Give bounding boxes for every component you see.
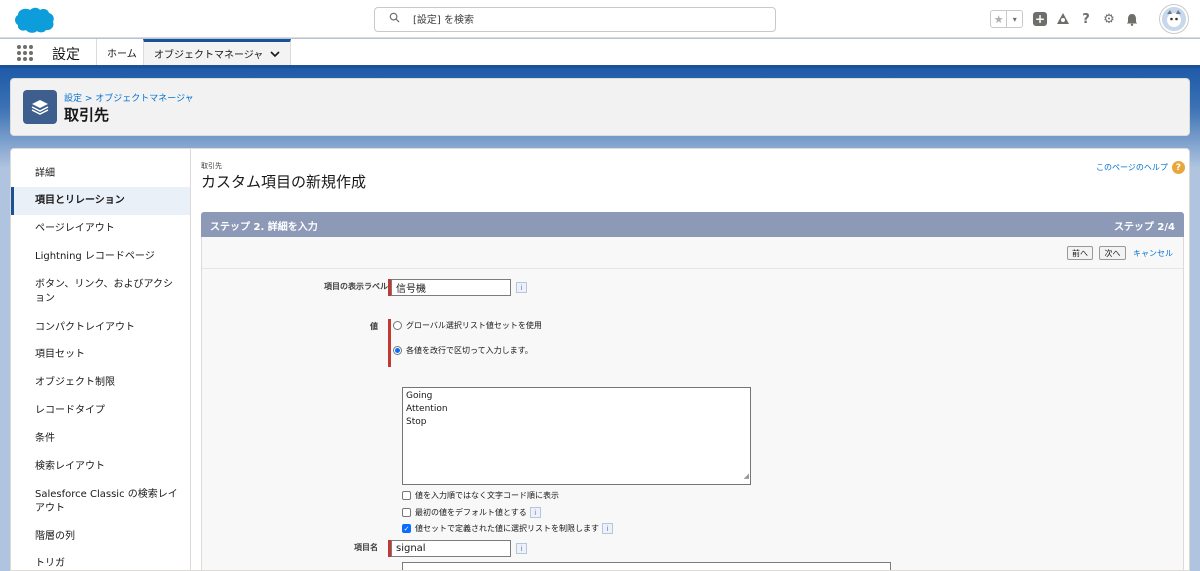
app-launcher-icon[interactable] xyxy=(17,45,33,61)
info-icon[interactable]: i xyxy=(602,523,613,534)
sidebar-item-classic-search-layouts[interactable]: Salesforce Classic の検索レイアウト xyxy=(11,487,181,517)
help-link-text[interactable]: このページのヘルプ xyxy=(1096,162,1168,173)
sidebar-item-hierarchy-columns[interactable]: 階層の列 xyxy=(11,530,190,544)
checkbox[interactable] xyxy=(402,508,411,517)
global-search-box[interactable] xyxy=(374,7,776,32)
sidebar-item-details[interactable]: 詳細 xyxy=(11,167,190,181)
chevron-down-icon[interactable] xyxy=(270,47,280,60)
resize-handle-icon[interactable]: ◢ xyxy=(744,470,749,483)
sidebar-item-triggers[interactable]: トリガ xyxy=(11,557,190,570)
notification-bell-icon[interactable] xyxy=(1125,12,1139,26)
sidebar-item-search-layouts[interactable]: 検索レイアウト xyxy=(11,460,190,474)
search-icon xyxy=(389,12,401,26)
sidebar-item-object-limits[interactable]: オブジェクト制限 xyxy=(11,376,190,390)
breadcrumb[interactable]: 設定 > オブジェクトマネージャ xyxy=(64,91,194,104)
favorites-group[interactable]: ★ ▾ xyxy=(990,10,1023,28)
step-bar: ステップ 2. 詳細を入力 ステップ 2/4 xyxy=(201,212,1184,237)
description-textarea[interactable] xyxy=(402,562,891,570)
help-icon[interactable]: ? xyxy=(1079,12,1093,27)
info-icon[interactable]: i xyxy=(516,282,527,293)
global-header: ★ ▾ + ? ⚙ xyxy=(0,0,1200,38)
radio-button-selected[interactable] xyxy=(393,346,402,355)
checkbox-checked[interactable]: ✓ xyxy=(402,524,411,533)
form-area: 前へ 次へ キャンセル 項目の表示ラベル i 値 グローバル選択リスト値セットを… xyxy=(201,237,1184,570)
required-indicator xyxy=(388,319,391,367)
main-panel: 詳細 項目とリレーション ページレイアウト Lightning レコードページ … xyxy=(10,148,1190,571)
sidebar-item-conditions[interactable]: 条件 xyxy=(11,432,190,446)
field-name-label: 項目名 xyxy=(354,543,378,552)
checkbox-label: 最初の値をデフォルト値とする xyxy=(415,508,527,517)
tab-object-manager-label: オブジェクトマネージャ xyxy=(154,50,264,61)
sidebar-item-buttons-links-actions[interactable]: ボタン、リンク、およびアクション xyxy=(11,277,181,307)
info-icon[interactable]: i xyxy=(516,543,527,554)
step-count: ステップ 2/4 xyxy=(1113,222,1175,233)
page-header: 設定 > オブジェクトマネージャ 取引先 xyxy=(10,78,1190,136)
object-layers-icon xyxy=(23,90,57,124)
favorites-star-icon[interactable]: ★ xyxy=(991,11,1008,27)
radio-enter-values[interactable]: 各値を改行で区切って入力します。 xyxy=(393,345,533,356)
user-avatar[interactable] xyxy=(1160,5,1188,33)
tab-object-manager[interactable]: オブジェクトマネージャ xyxy=(143,39,291,65)
trailhead-icon[interactable] xyxy=(1056,12,1070,26)
info-icon[interactable]: i xyxy=(529,507,541,518)
global-search-input[interactable] xyxy=(413,12,753,28)
sidebar-item-compact-layouts[interactable]: コンパクトレイアウト xyxy=(11,321,190,335)
sidebar-item-record-types[interactable]: レコードタイプ xyxy=(11,404,190,418)
checkbox-first-value-default[interactable]: 最初の値をデフォルト値とする i xyxy=(402,507,541,518)
page-title: 取引先 xyxy=(64,106,110,124)
field-label-label: 項目の表示ラベル xyxy=(324,282,388,291)
header-icons: ★ ▾ + ? ⚙ xyxy=(990,9,1148,29)
sidebar-item-lightning-record-pages[interactable]: Lightning レコードページ xyxy=(11,250,190,264)
values-label: 値 xyxy=(370,322,378,331)
tab-home-label: ホーム xyxy=(107,48,137,60)
previous-button[interactable]: 前へ xyxy=(1067,246,1093,260)
button-row: 前へ 次へ キャンセル xyxy=(202,237,1183,269)
app-name: 設定 xyxy=(52,47,80,63)
sidebar-item-field-sets[interactable]: 項目セット xyxy=(11,348,190,362)
checkbox[interactable] xyxy=(402,491,411,500)
checkbox-label: 値セットで定義された値に選択リストを制限します xyxy=(415,524,599,533)
checkbox-restrict-picklist[interactable]: ✓ 値セットで定義された値に選択リストを制限します i xyxy=(402,523,613,534)
checkbox-label: 値を入力順ではなく文字コード順に表示 xyxy=(415,491,559,500)
global-actions-plus-icon[interactable]: + xyxy=(1033,12,1047,26)
favorites-menu-chevron-icon[interactable]: ▾ xyxy=(1007,11,1022,27)
step-title: ステップ 2. 詳細を入力 xyxy=(210,222,318,233)
setup-gear-icon[interactable]: ⚙ xyxy=(1102,12,1116,27)
breadcrumb-text[interactable]: 設定 > オブジェクトマネージャ xyxy=(64,94,194,104)
values-textarea[interactable]: Going Attention Stop ◢ xyxy=(402,387,751,485)
value-line: Going xyxy=(406,391,433,401)
context-bar: 設定 ホーム オブジェクトマネージャ xyxy=(0,39,1200,68)
cancel-link[interactable]: キャンセル xyxy=(1133,248,1173,259)
field-label-input[interactable] xyxy=(391,279,511,296)
next-button[interactable]: 次へ xyxy=(1099,246,1126,260)
value-line: Stop xyxy=(406,417,427,427)
field-name-input[interactable] xyxy=(391,540,511,557)
radio-use-global-value-set[interactable]: グローバル選択リスト値セットを使用 xyxy=(393,320,542,331)
help-for-page-link[interactable]: このページのヘルプ ? xyxy=(1096,161,1185,174)
content-title: カスタム項目の新規作成 xyxy=(201,173,367,191)
tab-home[interactable]: ホーム xyxy=(96,39,147,65)
value-line: Attention xyxy=(406,404,448,414)
sidebar-item-page-layouts[interactable]: ページレイアウト xyxy=(11,222,190,236)
content-area: 取引先 カスタム項目の新規作成 このページのヘルプ ? ステップ 2. 詳細を入… xyxy=(191,149,1189,570)
help-circle-icon[interactable]: ? xyxy=(1171,161,1185,174)
salesforce-logo[interactable] xyxy=(12,6,56,34)
sidebar: 詳細 項目とリレーション ページレイアウト Lightning レコードページ … xyxy=(11,149,191,570)
checkbox-alphabetical-sort[interactable]: 値を入力順ではなく文字コード順に表示 xyxy=(402,490,559,501)
radio-button[interactable] xyxy=(393,321,402,330)
radio-label: 各値を改行で区切って入力します。 xyxy=(406,346,533,355)
sidebar-item-fields-relationships[interactable]: 項目とリレーション xyxy=(11,187,190,215)
radio-label: グローバル選択リスト値セットを使用 xyxy=(406,321,542,330)
content-caption: 取引先 xyxy=(201,162,222,170)
